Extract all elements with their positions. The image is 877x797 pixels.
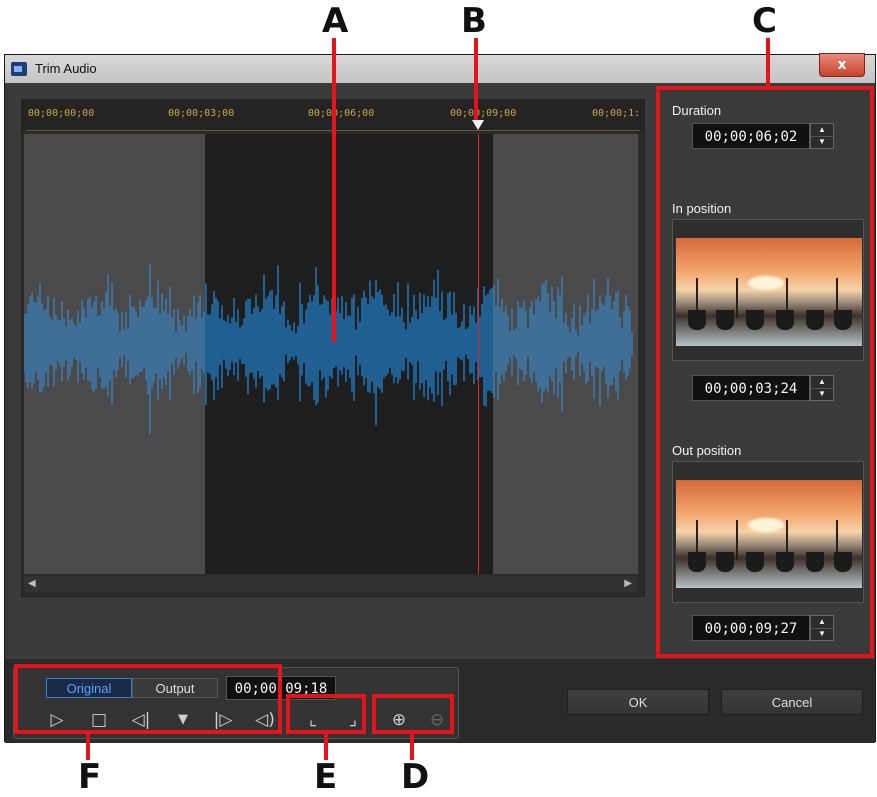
callout-a: A <box>322 1 349 41</box>
callout-e-box <box>286 694 366 734</box>
ruler-tick: 00;00;03;00 <box>168 108 235 119</box>
horizontal-scrollbar[interactable]: ◀ ▶ <box>24 576 638 592</box>
callout-b-line <box>474 38 478 120</box>
callout-a-line <box>332 38 336 342</box>
ruler-tick: 00;00;06;00 <box>308 108 375 119</box>
callout-b: B <box>461 1 487 41</box>
ruler-tick: 00;00;1: <box>592 108 641 119</box>
audio-waveform <box>24 264 633 435</box>
callout-f: F <box>78 757 102 797</box>
callout-c-box <box>656 86 874 658</box>
scroll-left-arrow-icon[interactable]: ◀ <box>28 578 36 589</box>
ruler-tick: 00;00;09;00 <box>450 108 517 119</box>
callout-d-box <box>372 694 454 734</box>
callout-c-line <box>766 38 770 88</box>
title-bar: Trim Audio x <box>5 53 875 83</box>
cancel-button[interactable]: Cancel <box>721 689 863 715</box>
callout-e: E <box>314 757 338 797</box>
window-title: Trim Audio <box>35 61 97 76</box>
callout-c: C <box>752 1 777 41</box>
callout-f-box <box>14 664 282 734</box>
ok-button[interactable]: OK <box>567 689 709 715</box>
app-icon <box>11 62 27 76</box>
waveform-area[interactable] <box>24 134 638 574</box>
callout-e-line <box>324 734 328 760</box>
callout-f-line <box>86 734 90 760</box>
callout-d: D <box>401 757 430 797</box>
playhead-line[interactable] <box>478 134 479 574</box>
close-button[interactable]: x <box>819 53 865 77</box>
scroll-right-arrow-icon[interactable]: ▶ <box>624 578 632 589</box>
playhead-handle[interactable] <box>472 120 484 130</box>
callout-d-line <box>410 734 414 760</box>
ruler-tick: 00;00;00;00 <box>28 108 95 119</box>
